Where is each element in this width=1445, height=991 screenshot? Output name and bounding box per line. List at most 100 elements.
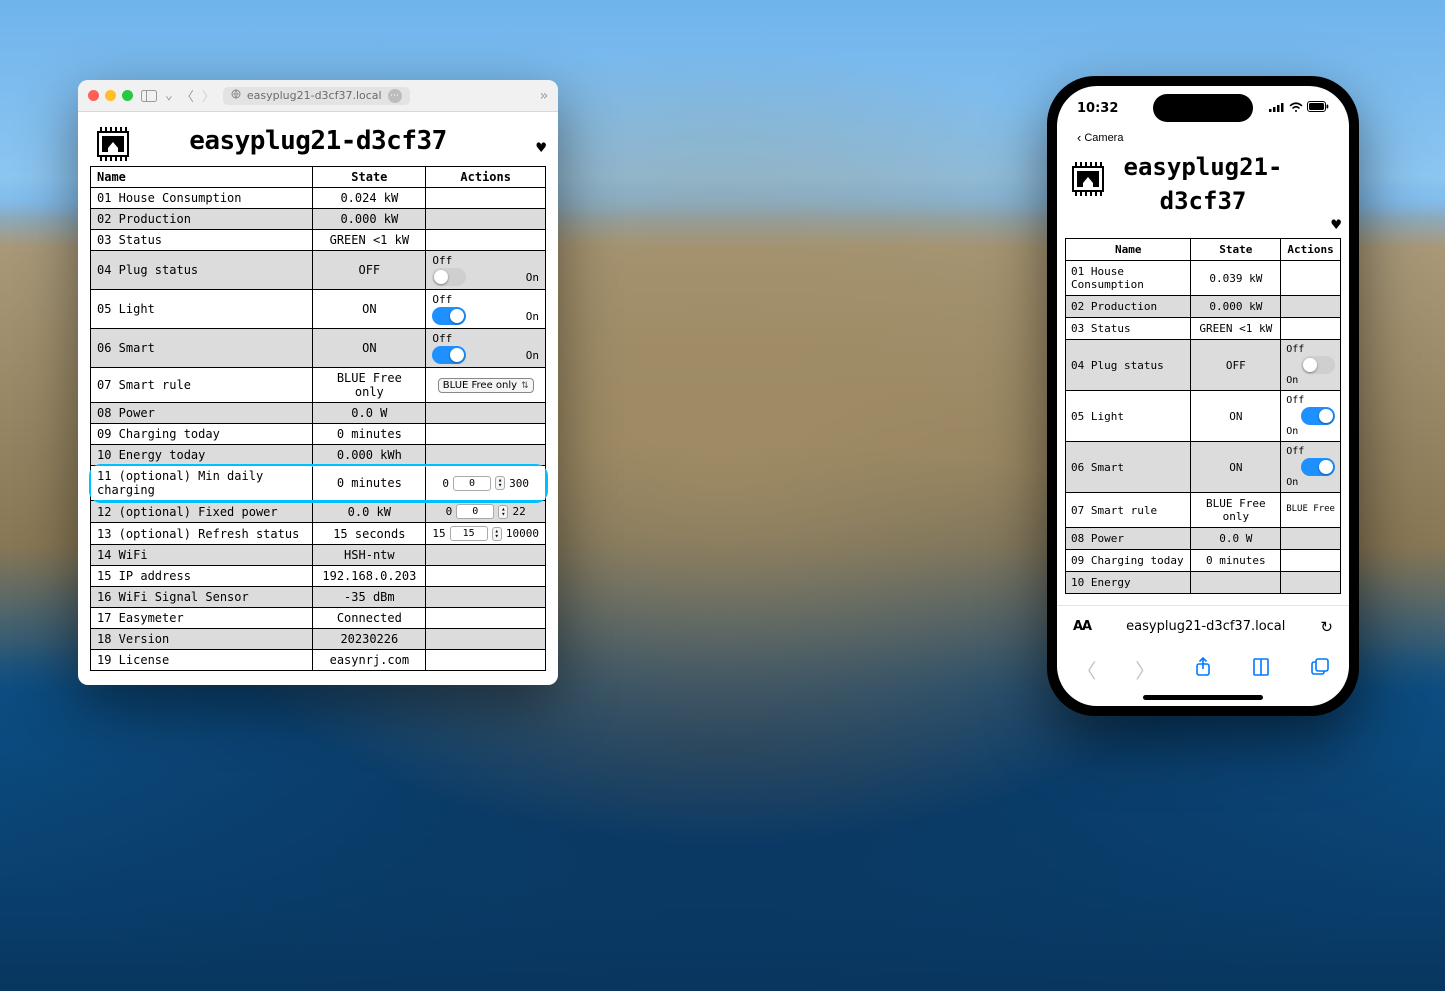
toggle-switch[interactable] bbox=[432, 268, 466, 286]
table-row: 03 StatusGREEN <1 kW bbox=[91, 230, 546, 251]
forward-button[interactable]: 〉 bbox=[202, 86, 215, 105]
toggle-switch[interactable] bbox=[1301, 356, 1335, 374]
row-actions: BLUE Free only⇅ bbox=[426, 368, 546, 403]
table-row: 10 Energy bbox=[1066, 572, 1341, 594]
row-name: 17 Easymeter bbox=[91, 608, 313, 629]
row-state: 0.0 kW bbox=[313, 501, 426, 523]
row-name: 18 Version bbox=[91, 629, 313, 650]
share-icon[interactable] bbox=[1194, 657, 1212, 682]
row-name: 14 WiFi bbox=[91, 545, 313, 566]
camera-breadcrumb[interactable]: Camera bbox=[1084, 132, 1123, 144]
site-lock-icon bbox=[231, 89, 241, 102]
on-label: On bbox=[526, 271, 539, 284]
table-row: 10 Energy today0.000 kWh bbox=[91, 445, 546, 466]
back-chevron-icon[interactable]: ‹ bbox=[1077, 130, 1081, 145]
heart-icon[interactable]: ♥ bbox=[536, 138, 546, 157]
text-size-button[interactable]: AA bbox=[1073, 619, 1091, 634]
num-min: 15 bbox=[432, 527, 445, 540]
row-actions: OffOn bbox=[426, 329, 546, 368]
table-row: 12 (optional) Fixed power0.0 kW0▴▾22 bbox=[91, 501, 546, 523]
row-state: ON bbox=[313, 290, 426, 329]
row-state: OFF bbox=[313, 251, 426, 290]
phone-frame: 10:32 ‹ Camera bbox=[1047, 76, 1359, 716]
row-state: 0.024 kW bbox=[313, 188, 426, 209]
reader-icon[interactable]: ⋯ bbox=[388, 89, 402, 103]
table-row: 09 Charging today0 minutes bbox=[1066, 550, 1341, 572]
stepper-icon[interactable]: ▴▾ bbox=[498, 505, 508, 519]
number-input[interactable] bbox=[450, 526, 488, 541]
num-min: 0 bbox=[442, 477, 449, 490]
row-actions bbox=[1281, 528, 1341, 550]
back-button[interactable]: 〈 bbox=[1076, 655, 1096, 684]
col-name: Name bbox=[91, 167, 313, 188]
table-row: 06 SmartONOffOn bbox=[91, 329, 546, 368]
row-name: 04 Plug status bbox=[1066, 340, 1191, 391]
home-indicator[interactable] bbox=[1143, 695, 1263, 700]
heart-icon[interactable]: ♥ bbox=[1331, 215, 1341, 234]
table-row: 04 Plug statusOFFOffOn bbox=[1066, 340, 1341, 391]
row-actions bbox=[1281, 572, 1341, 594]
num-max: 22 bbox=[512, 505, 525, 518]
dynamic-island bbox=[1153, 94, 1253, 122]
toggle-switch[interactable] bbox=[1301, 407, 1335, 425]
table-row: 06 SmartONOffOn bbox=[1066, 442, 1341, 493]
status-table: Name State Actions 01 House Consumption0… bbox=[90, 166, 546, 671]
reload-icon[interactable]: ↻ bbox=[1320, 618, 1333, 636]
address-bar[interactable]: easyplug21-d3cf37.local ⋯ bbox=[223, 87, 410, 105]
off-label: Off bbox=[1286, 395, 1304, 406]
row-actions bbox=[426, 629, 546, 650]
close-window-button[interactable] bbox=[88, 90, 99, 101]
row-actions: OffOn bbox=[1281, 391, 1341, 442]
row-name: 15 IP address bbox=[91, 566, 313, 587]
table-row: 04 Plug statusOFFOffOn bbox=[91, 251, 546, 290]
stepper-icon[interactable]: ▴▾ bbox=[495, 476, 505, 490]
number-input[interactable] bbox=[456, 504, 494, 519]
col-state: State bbox=[1191, 239, 1281, 261]
maximize-window-button[interactable] bbox=[122, 90, 133, 101]
off-label: Off bbox=[432, 293, 452, 306]
row-actions bbox=[426, 403, 546, 424]
row-name: 10 Energy bbox=[1066, 572, 1191, 594]
table-row: 02 Production0.000 kW bbox=[91, 209, 546, 230]
number-input[interactable] bbox=[453, 476, 491, 491]
row-state bbox=[1191, 572, 1281, 594]
chip-home-icon[interactable] bbox=[1065, 159, 1111, 199]
row-actions: 0 ▴▾ 300 bbox=[426, 466, 546, 501]
rule-select[interactable]: BLUE Free only⇅ bbox=[438, 378, 534, 393]
row-state: Connected bbox=[313, 608, 426, 629]
row-name: 01 House Consumption bbox=[91, 188, 313, 209]
row-state: 0.000 kW bbox=[313, 209, 426, 230]
tabs-icon[interactable] bbox=[1310, 657, 1330, 681]
row-actions: BLUE Free bbox=[1281, 493, 1341, 528]
forward-button[interactable]: 〉 bbox=[1135, 655, 1155, 684]
num-max: 300 bbox=[509, 477, 529, 490]
table-row: 19 Licenseeasynrj.com bbox=[91, 650, 546, 671]
table-row: 05 LightONOffOn bbox=[1066, 391, 1341, 442]
row-state: BLUE Free only bbox=[313, 368, 426, 403]
toggle-switch[interactable] bbox=[432, 307, 466, 325]
row-name: 16 WiFi Signal Sensor bbox=[91, 587, 313, 608]
row-actions bbox=[426, 608, 546, 629]
table-row: 15 IP address192.168.0.203 bbox=[91, 566, 546, 587]
dropdown-chevron-icon[interactable]: ⌄ bbox=[165, 88, 173, 103]
row-state: 192.168.0.203 bbox=[313, 566, 426, 587]
stepper-icon[interactable]: ▴▾ bbox=[492, 527, 502, 541]
row-name: 03 Status bbox=[1066, 318, 1191, 340]
row-actions bbox=[426, 650, 546, 671]
row-state: 0.0 W bbox=[313, 403, 426, 424]
phone-screen: 10:32 ‹ Camera bbox=[1057, 86, 1349, 706]
phone-status-table: Name State Actions 01 House Consumption0… bbox=[1065, 238, 1341, 594]
toggle-switch[interactable] bbox=[432, 346, 466, 364]
on-label: On bbox=[526, 310, 539, 323]
phone-address-bar[interactable]: AA easyplug21-d3cf37.local ↻ bbox=[1057, 605, 1349, 647]
bookmarks-icon[interactable] bbox=[1251, 657, 1271, 681]
table-row: 13 (optional) Refresh status15 seconds15… bbox=[91, 523, 546, 545]
overflow-button[interactable]: » bbox=[540, 88, 548, 104]
toggle-switch[interactable] bbox=[1301, 458, 1335, 476]
row-name: 06 Smart bbox=[1066, 442, 1191, 493]
chip-home-icon[interactable] bbox=[90, 124, 136, 164]
minimize-window-button[interactable] bbox=[105, 90, 116, 101]
back-button[interactable]: 〈 bbox=[181, 86, 194, 105]
rule-select[interactable]: BLUE Free bbox=[1286, 504, 1335, 514]
sidebar-toggle-icon[interactable] bbox=[141, 90, 157, 102]
